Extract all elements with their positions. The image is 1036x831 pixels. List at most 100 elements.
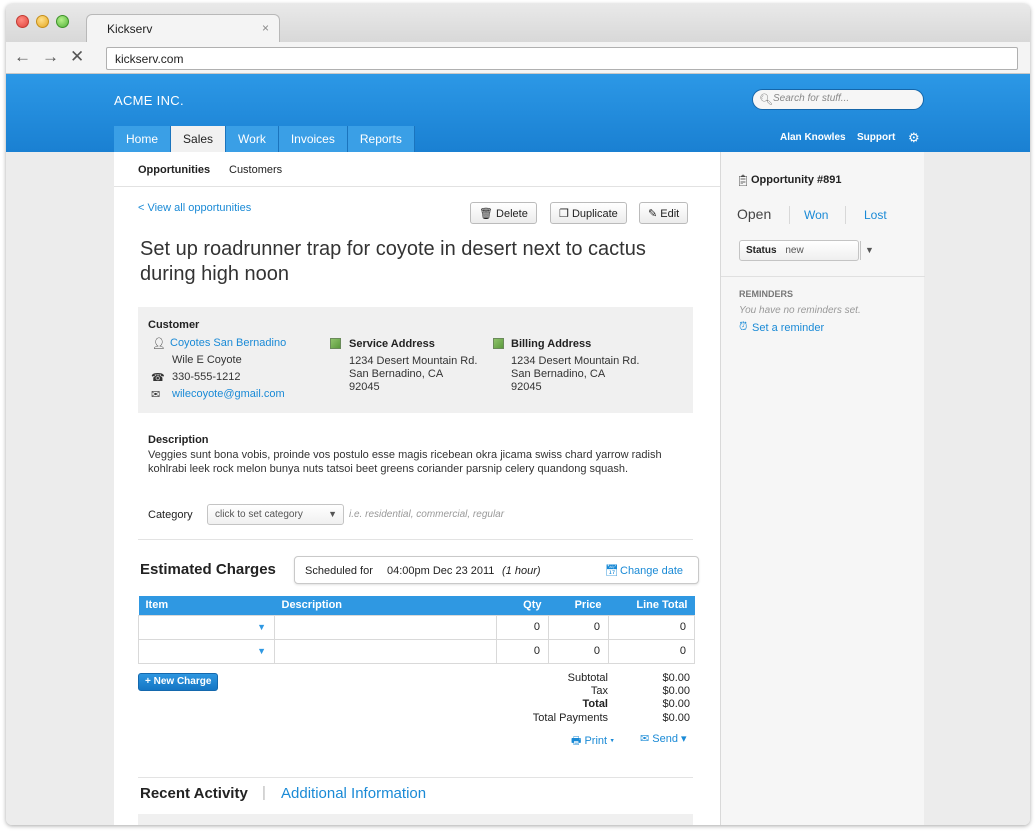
caret-down-icon: ▾ (681, 733, 687, 745)
envelope-icon: ✉ (151, 389, 161, 401)
customer-email-link[interactable]: wilecoyote@gmail.com (172, 388, 285, 400)
forward-arrow-icon[interactable]: → (42, 48, 59, 66)
service-address-line1: 1234 Desert Mountain Rd. (349, 355, 478, 367)
scheduled-value: 04:00pm Dec 23 2011 (387, 565, 495, 577)
tab-work[interactable]: Work (226, 126, 279, 152)
customer-contact: Wile E Coyote (172, 354, 242, 366)
activity-panel (138, 814, 693, 825)
divider (138, 539, 693, 540)
total-label: Total (582, 698, 608, 710)
map-icon (330, 338, 341, 349)
billing-address-line1: 1234 Desert Mountain Rd. (511, 355, 640, 367)
price-cell[interactable]: 0 (548, 638, 609, 664)
send-button[interactable]: ✉ Send ▾ (640, 732, 687, 745)
scheduled-label: Scheduled for (305, 565, 373, 577)
duplicate-label: Duplicate (571, 208, 618, 220)
back-arrow-icon[interactable]: ← (14, 48, 31, 66)
table-row: ▼ 0 0 0 (138, 638, 695, 664)
item-select[interactable]: ▼ (138, 614, 275, 640)
divider (789, 206, 790, 224)
chevron-down-icon: ▼ (328, 509, 337, 519)
tab-divider: | (262, 784, 266, 801)
search-input[interactable]: 🔍︎ Search for stuff... (752, 89, 924, 110)
new-charge-button[interactable]: + New Charge (138, 673, 219, 691)
page-title: Set up roadrunner trap for coyote in des… (140, 238, 646, 285)
address-bar[interactable]: kickserv.com (106, 47, 1018, 70)
print-icon: 🖶︎ (571, 735, 582, 747)
tab-reports[interactable]: Reports (347, 126, 415, 152)
alarm-clock-icon: ⏰︎ (739, 321, 748, 333)
reminders-heading: REMINDERS (739, 289, 794, 299)
calendar-icon: 📅︎ (605, 565, 619, 577)
delete-label: Delete (496, 208, 528, 220)
service-address: 1234 Desert Mountain Rd. San Bernadino, … (349, 355, 489, 394)
tab-invoices[interactable]: Invoices (278, 126, 348, 152)
category-select[interactable]: click to set category ▼ (207, 504, 344, 525)
status-won[interactable]: Won (804, 208, 828, 222)
print-button[interactable]: 🖶︎ Print ▾ (571, 732, 614, 751)
tab-recent-activity[interactable]: Recent Activity (140, 785, 248, 802)
close-window-button[interactable] (16, 15, 29, 28)
phone-icon: ☎ (151, 372, 165, 384)
change-date-link[interactable]: Change date (620, 565, 683, 577)
gear-icon[interactable]: ⚙ (908, 130, 920, 146)
delete-button[interactable]: 🗑︎ Delete (470, 202, 537, 224)
service-address-line3: 92045 (349, 381, 380, 393)
map-icon (493, 338, 504, 349)
status-open[interactable]: Open (737, 206, 771, 222)
table-header-row: Item Description Qty Price Line Total (138, 596, 695, 615)
customer-company-link[interactable]: Coyotes San Bernadino (170, 337, 286, 349)
service-address-line2: San Bernadino, CA (349, 368, 444, 380)
envelope-icon: ✉ (640, 733, 650, 745)
copy-icon: ❐ (559, 208, 569, 220)
sidebar: 📋︎ Opportunity #891 Open Won Lost Status… (720, 152, 925, 825)
qty-cell[interactable]: 0 (496, 614, 549, 640)
customer-panel: Customer 👤︎ Coyotes San Bernadino Wile E… (138, 307, 693, 413)
pencil-icon: ✎ (648, 208, 658, 220)
status-select[interactable]: Status new ▼ (739, 240, 874, 261)
estimated-charges-heading: Estimated Charges (140, 561, 276, 578)
support-link[interactable]: Support (857, 132, 895, 143)
duplicate-button[interactable]: ❐ Duplicate (550, 202, 627, 224)
zoom-window-button[interactable] (56, 15, 69, 28)
status-value: new (785, 245, 804, 256)
set-reminder-link[interactable]: Set a reminder (752, 322, 824, 334)
price-cell[interactable]: 0 (548, 614, 609, 640)
category-label: Category (148, 509, 193, 521)
app-header: ACME INC. 🔍︎ Search for stuff... Home Sa… (6, 74, 1030, 152)
browser-titlebar: Kickserv × (6, 4, 1030, 42)
subtab-opportunities[interactable]: Opportunities (138, 164, 210, 176)
subtotal-value: $0.00 (662, 672, 690, 684)
browser-tab[interactable]: Kickserv × (86, 14, 280, 42)
view-all-opportunities-link[interactable]: < View all opportunities (138, 202, 251, 214)
tax-value: $0.00 (662, 685, 690, 697)
billing-address-line3: 92045 (511, 381, 542, 393)
tab-sales[interactable]: Sales (171, 126, 227, 152)
description-cell[interactable] (274, 614, 497, 640)
minimize-window-button[interactable] (36, 15, 49, 28)
browser-window: Kickserv × ← → ✕ kickserv.com ACME INC. … (6, 4, 1030, 825)
total-payments-value: $0.00 (662, 712, 690, 724)
column-header-item: Item (138, 596, 275, 615)
qty-cell[interactable]: 0 (496, 638, 549, 664)
stop-icon[interactable]: ✕ (70, 48, 84, 66)
column-header-price: Price (548, 596, 609, 615)
subtab-customers[interactable]: Customers (229, 164, 282, 176)
browser-tab-title: Kickserv (107, 22, 153, 36)
charges-table: Item Description Qty Price Line Total ▼ … (138, 596, 695, 664)
edit-label: Edit (660, 208, 680, 220)
billing-address-heading: Billing Address (511, 338, 592, 350)
category-hint: i.e. residential, commercial, regular (349, 509, 505, 520)
item-select[interactable]: ▼ (138, 638, 275, 664)
tab-home[interactable]: Home (114, 126, 172, 152)
column-header-description: Description (274, 596, 497, 615)
tab-additional-information[interactable]: Additional Information (281, 785, 426, 802)
customer-heading: Customer (148, 319, 200, 331)
tab-close-icon[interactable]: × (262, 21, 269, 35)
chevron-down-icon: ▼ (860, 241, 878, 260)
category-value: click to set category (215, 509, 303, 520)
status-lost[interactable]: Lost (864, 208, 887, 222)
user-menu-link[interactable]: Alan Knowles (780, 132, 846, 143)
description-cell[interactable] (274, 638, 497, 664)
edit-button[interactable]: ✎ Edit (639, 202, 689, 224)
